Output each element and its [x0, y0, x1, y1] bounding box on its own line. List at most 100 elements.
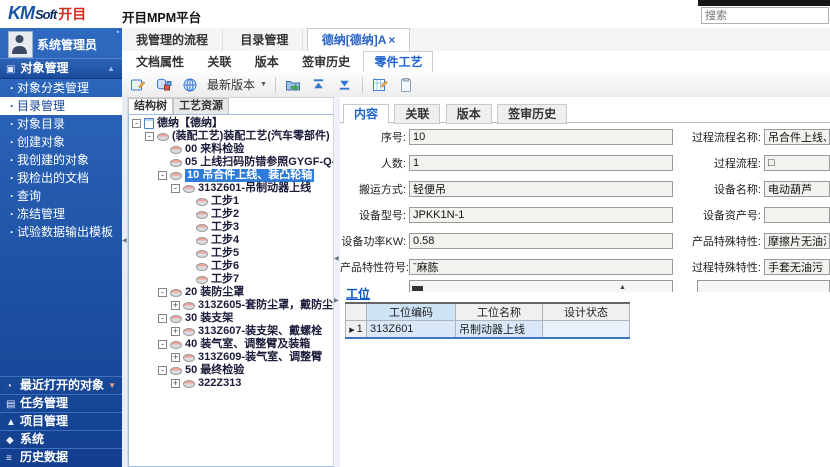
tree-node-step-7[interactable]: 工步7 — [129, 273, 334, 286]
collapse-to-top-button[interactable] — [310, 76, 328, 94]
search-input[interactable] — [701, 7, 829, 24]
collapse-left-icon[interactable]: ◀ — [334, 255, 339, 262]
tree-node-step-6[interactable]: 工步6 — [129, 260, 334, 273]
design-status-cell[interactable] — [543, 321, 630, 339]
sidebar-item-my-checked-out-docs[interactable]: 我检出的文档 — [0, 169, 122, 187]
tab-my-managed-flows[interactable]: 我管理的流程 — [122, 29, 223, 51]
equipment-model-field[interactable] — [409, 207, 673, 223]
station-link[interactable]: 工位 — [346, 285, 370, 302]
tab-versions[interactable]: 版本 — [446, 104, 492, 124]
tree-toggle-icon[interactable]: - — [158, 366, 167, 375]
tree-toggle-icon[interactable]: - — [145, 132, 154, 141]
tab-relations[interactable]: 关联 — [394, 104, 440, 124]
tree-node-station-313Z607[interactable]: +313Z607-装支架、戴螺栓 — [129, 325, 334, 338]
tree-node-op-30[interactable]: -30 装支架 — [129, 312, 334, 325]
tree-toggle-icon[interactable]: - — [171, 184, 180, 193]
sidebar-item-create-object[interactable]: 创建对象 — [0, 133, 122, 151]
version-dropdown[interactable]: 最新版本▼ — [207, 76, 267, 93]
headcount-field[interactable] — [409, 155, 673, 171]
tree-node-station-313Z609[interactable]: +313Z609-装气室、调整臂 — [129, 351, 334, 364]
tree-toggle-icon[interactable]: + — [171, 327, 180, 336]
sidebar-group-project-management[interactable]: ▲项目管理 — [0, 412, 122, 430]
handling-method-field[interactable] — [409, 181, 673, 197]
asset-number-field[interactable] — [764, 207, 830, 223]
tree-toggle-icon[interactable]: - — [158, 340, 167, 349]
station-code-cell[interactable]: 313Z601 — [367, 321, 456, 339]
tree-toggle-icon[interactable]: + — [171, 379, 180, 388]
product-symbol-field[interactable] — [409, 259, 673, 275]
sidebar-group-history-data[interactable]: ≡历史数据 — [0, 448, 122, 466]
tree-node-op-00[interactable]: 00 来料检验 — [129, 143, 334, 156]
tab-structure-tree[interactable]: 结构树 — [128, 98, 173, 115]
tree-node-op-40[interactable]: -40 装气室、调整臂及装箱 — [129, 338, 334, 351]
copy-document-button[interactable] — [397, 76, 415, 94]
sidebar-item-object-catalog[interactable]: 对象目录 — [0, 115, 122, 133]
tree-node-op-10-selected[interactable]: -10 吊合件上线、装凸轮轴 — [129, 169, 334, 182]
tab-relations[interactable]: 关联 — [197, 52, 241, 72]
tree-node-op-20[interactable]: -20 装防尘罩 — [129, 286, 334, 299]
sidebar-item-freeze-management[interactable]: 冻结管理 — [0, 205, 122, 223]
tree-node-step-1[interactable]: 工步1 — [129, 195, 334, 208]
tree-node-step-2[interactable]: 工步2 — [129, 208, 334, 221]
edit-table-button[interactable] — [371, 76, 389, 94]
sidebar-item-query[interactable]: 查询 — [0, 187, 122, 205]
column-header-station-name[interactable]: 工位名称 — [456, 303, 543, 321]
sidebar-group-system[interactable]: ◆系统 — [0, 430, 122, 448]
chevron-down-icon[interactable]: ▼ — [108, 377, 116, 394]
sidebar-item-catalog-management[interactable]: 目录管理 — [0, 97, 122, 115]
station-table-row[interactable]: ▶1 313Z601 吊制动器上线 — [346, 321, 630, 339]
tree-node-station-313Z605[interactable]: +313Z605-套防尘罩，戴防尘罩螺 — [129, 299, 334, 312]
tab-process-resources[interactable]: 工艺资源 — [173, 98, 229, 115]
expand-right-icon[interactable]: ▶ — [334, 297, 339, 304]
tab-dena-document[interactable]: 德纳[德纳]A× — [307, 28, 411, 52]
flow-field[interactable] — [764, 155, 830, 171]
sidebar-item-object-classification[interactable]: 对象分类管理 — [0, 79, 122, 97]
tree-toggle-icon[interactable]: - — [158, 288, 167, 297]
tree-toggle-icon[interactable]: - — [158, 171, 167, 180]
tab-document-properties[interactable]: 文档属性 — [126, 52, 194, 72]
collapse-to-bottom-button[interactable] — [336, 76, 354, 94]
tree-node-op-50[interactable]: -50 最终检验 — [129, 364, 334, 377]
flow-name-field[interactable] — [764, 129, 830, 145]
edit-document-button[interactable] — [129, 76, 147, 94]
column-header-station-code[interactable]: 工位编码 — [367, 303, 456, 321]
tree-node-station-313Z601[interactable]: -313Z601-吊制动器上线 — [129, 182, 334, 195]
tab-catalog-management[interactable]: 目录管理 — [226, 29, 303, 51]
tree-toggle-icon[interactable]: + — [171, 353, 180, 362]
sidebar-item-my-created-objects[interactable]: 我创建的对象 — [0, 151, 122, 169]
tree-toggle-icon[interactable]: - — [132, 119, 141, 128]
tab-content[interactable]: 内容 — [343, 104, 389, 124]
product-special-field[interactable] — [764, 233, 830, 249]
tree-toggle-icon[interactable]: - — [158, 314, 167, 323]
tree-node-op-05[interactable]: 05 上线扫码防错参照GYGF-Q-00 — [129, 156, 334, 169]
object-versions-button[interactable] — [155, 76, 173, 94]
process-special-field[interactable] — [764, 259, 830, 275]
column-header-design-status[interactable]: 设计状态 — [543, 303, 630, 321]
group-collapse-icon[interactable]: ▲ — [107, 59, 115, 78]
row-selector-cell[interactable]: ▶1 — [346, 321, 367, 339]
collapse-left-icon[interactable]: ◀ — [122, 237, 127, 244]
tree-node-root[interactable]: -德纳【德纳】 — [129, 117, 334, 130]
seq-field[interactable] — [409, 129, 673, 145]
tree-node-station-322Z313[interactable]: +322Z313 — [129, 377, 334, 390]
tab-versions[interactable]: 版本 — [245, 52, 289, 72]
close-icon[interactable]: × — [388, 33, 395, 47]
tree-node-step-3[interactable]: 工步3 — [129, 221, 334, 234]
globe-view-button[interactable] — [181, 76, 199, 94]
station-name-cell[interactable]: 吊制动器上线 — [456, 321, 543, 339]
tab-part-process[interactable]: 零件工艺 — [363, 51, 433, 73]
tree-node-step-4[interactable]: 工步4 — [129, 234, 334, 247]
tree-node-step-5[interactable]: 工步5 — [129, 247, 334, 260]
tree-node-assembly-process[interactable]: -(装配工艺)装配工艺(汽车零部件) — [129, 130, 334, 143]
tab-approval-history[interactable]: 签审历史 — [292, 52, 360, 72]
sidebar-group-recent-objects[interactable]: ◔最近打开的对象▼ — [0, 376, 122, 394]
folder-sync-button[interactable] — [284, 76, 302, 94]
tab-approval-history[interactable]: 签审历史 — [497, 104, 567, 124]
sidebar-group-task-management[interactable]: ▤任务管理 — [0, 394, 122, 412]
sidebar-group-object-management[interactable]: ▣对象管理▲ — [0, 58, 122, 79]
equipment-name-field[interactable] — [764, 181, 830, 197]
tree-toggle-icon[interactable]: + — [171, 301, 180, 310]
equipment-power-field[interactable] — [409, 233, 673, 249]
pin-icon[interactable]: ▪ — [117, 29, 119, 36]
sidebar-item-test-data-template[interactable]: 试验数据输出模板 — [0, 223, 122, 241]
